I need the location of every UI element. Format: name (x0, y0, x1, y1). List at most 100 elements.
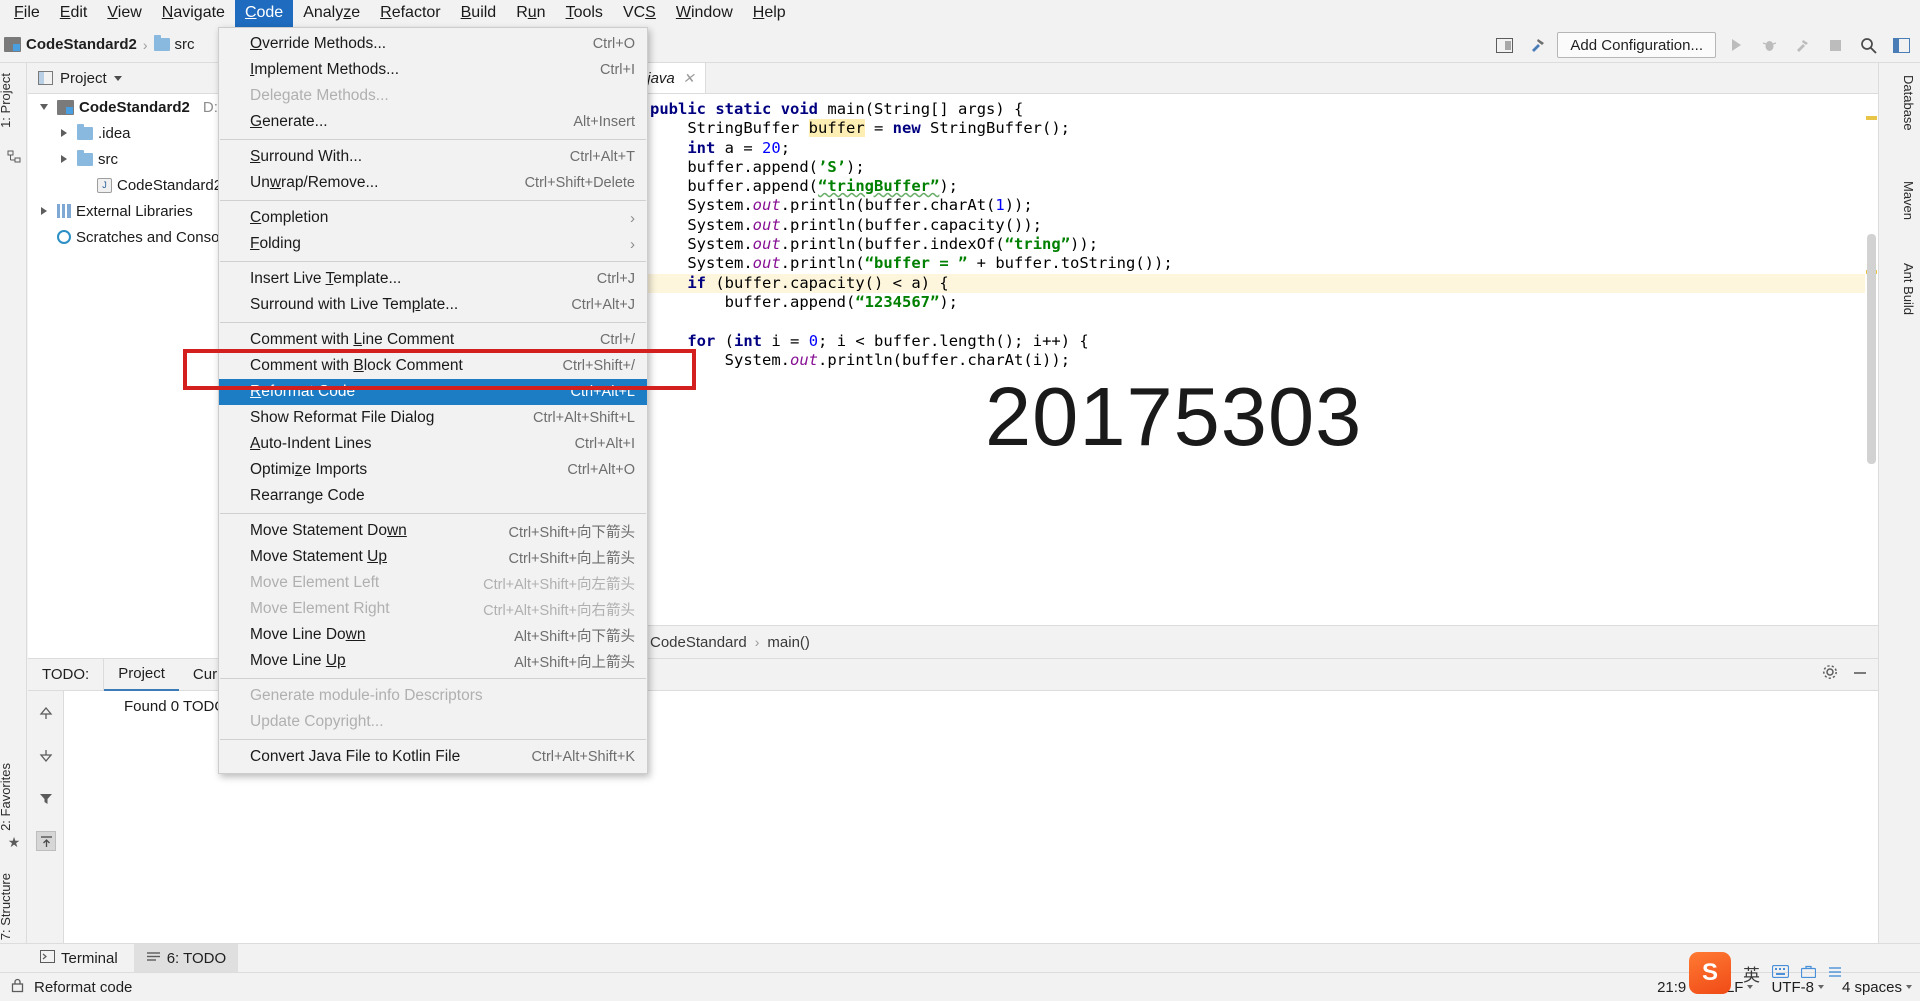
code-line[interactable]: for (int i = 0; i < buffer.length(); i++… (640, 332, 1878, 351)
menu-item-comment-with-block-comment[interactable]: Comment with Block Comment Ctrl+Shift+/ (219, 353, 647, 379)
menu-item-move-line-up[interactable]: Move Line Up Alt+Shift+向上箭头 (219, 648, 647, 674)
editor-scrollbar[interactable] (1865, 94, 1878, 625)
menu-item-folding[interactable]: Folding › (219, 231, 647, 257)
menu-item-generate[interactable]: Generate... Alt+Insert (219, 109, 647, 135)
breadcrumb-src[interactable]: src (150, 35, 199, 53)
menubar-item-navigate[interactable]: Navigate (152, 0, 235, 27)
menubar-item-vcs[interactable]: VCS (613, 0, 666, 27)
menubar-item-edit[interactable]: Edit (50, 0, 98, 27)
menu-item-override-methods[interactable]: Override Methods... Ctrl+O (219, 31, 647, 57)
menu-item-shortcut: Ctrl+Alt+O (567, 462, 635, 478)
menubar-item-file[interactable]: File (4, 0, 50, 27)
menu-icon[interactable] (1828, 965, 1842, 982)
menu-item-convert-java-file-to-kotlin-file[interactable]: Convert Java File to Kotlin File Ctrl+Alt… (219, 744, 647, 770)
run-icon[interactable] (1723, 32, 1749, 58)
code-line[interactable] (640, 312, 1878, 331)
scroll-up-icon[interactable] (36, 703, 56, 723)
menu-item-show-reformat-file-dialog[interactable]: Show Reformat File Dialog Ctrl+Alt+Shift+… (219, 405, 647, 431)
menu-item-auto-indent-lines[interactable]: Auto-Indent Lines Ctrl+Alt+I (219, 431, 647, 457)
chevron-right-icon[interactable] (56, 129, 72, 137)
bottom-tab-todo-[interactable]: TODO: (28, 659, 103, 691)
menubar-item-view[interactable]: View (97, 0, 151, 27)
code-line[interactable]: System.out.println(buffer.charAt(i)); (640, 351, 1878, 370)
sidebar-item-structure[interactable]: 7: Structure (0, 873, 25, 940)
menubar-item-window[interactable]: Window (666, 0, 743, 27)
run-coverage-icon[interactable] (1789, 32, 1815, 58)
scrollbar-thumb[interactable] (1867, 234, 1876, 464)
code-editor[interactable]: public static void main(String[] args) {… (640, 94, 1878, 625)
menu-item-surround-with-live-template[interactable]: Surround with Live Template... Ctrl+Alt+J (219, 292, 647, 318)
lock-icon[interactable] (10, 978, 25, 997)
menubar-item-refactor[interactable]: Refactor (370, 0, 450, 27)
menu-item-shortcut: Ctrl+J (596, 271, 635, 287)
menu-item-insert-live-template[interactable]: Insert Live Template... Ctrl+J (219, 266, 647, 292)
toolwindow-button-terminal[interactable]: Terminal (28, 944, 130, 973)
breadcrumb-method[interactable]: main() (767, 634, 810, 651)
folder-icon (77, 123, 93, 140)
code-line[interactable]: System.out.println(“buffer = ” + buffer.… (640, 254, 1878, 273)
caret-position[interactable]: 21:9 (1657, 979, 1686, 996)
menu-item-implement-methods[interactable]: Implement Methods... Ctrl+I (219, 57, 647, 83)
code-line[interactable]: buffer.append(’S’); (640, 158, 1878, 177)
menu-item-completion[interactable]: Completion › (219, 205, 647, 231)
search-everywhere-icon[interactable] (1855, 32, 1881, 58)
star-icon[interactable]: ★ (5, 833, 23, 851)
menubar-item-run[interactable]: Run (506, 0, 555, 27)
run-tool-window-icon[interactable] (1491, 32, 1517, 58)
sidebar-item-project[interactable]: 1: Project (0, 73, 25, 128)
menubar-item-help[interactable]: Help (743, 0, 796, 27)
toolbox-icon[interactable] (1800, 965, 1817, 982)
bottom-tab-project[interactable]: Project (104, 659, 179, 691)
keyboard-icon[interactable] (1771, 964, 1790, 982)
menu-item-move-statement-up[interactable]: Move Statement Up Ctrl+Shift+向上箭头 (219, 544, 647, 570)
menu-item-comment-with-line-comment[interactable]: Comment with Line Comment Ctrl+/ (219, 327, 647, 353)
menu-item-reformat-code[interactable]: Reformat Code Ctrl+Alt+L (219, 379, 647, 405)
indent-setting[interactable]: 4 spaces (1842, 979, 1912, 996)
scrollbar-warning-mark[interactable] (1866, 116, 1877, 120)
menubar-item-analyze[interactable]: Analyze (293, 0, 370, 27)
menu-item-optimize-imports[interactable]: Optimize Imports Ctrl+Alt+O (219, 457, 647, 483)
chevron-down-icon[interactable] (113, 75, 122, 81)
breadcrumb-class[interactable]: CodeStandard (650, 634, 747, 651)
sogou-ime-logo-icon[interactable]: S (1689, 952, 1731, 994)
chevron-down-icon[interactable] (36, 104, 52, 110)
code-line[interactable]: buffer.append(“tringBuffer”); (640, 177, 1878, 196)
code-line[interactable]: int a = 20; (640, 139, 1878, 158)
code-line[interactable]: System.out.println(buffer.capacity()); (640, 216, 1878, 235)
code-line[interactable]: System.out.println(buffer.indexOf(“tring… (640, 235, 1878, 254)
sidebar-item-maven[interactable]: Maven (1901, 181, 1916, 220)
collapse-icon[interactable] (36, 831, 56, 851)
layout-icon[interactable] (1888, 32, 1914, 58)
chevron-right-icon[interactable] (36, 207, 52, 215)
menu-item-rearrange-code[interactable]: Rearrange Code (219, 483, 647, 509)
menubar-item-code[interactable]: Code (234, 0, 294, 27)
debug-icon[interactable] (1756, 32, 1782, 58)
structure-icon[interactable] (5, 147, 23, 165)
menu-item-move-statement-down[interactable]: Move Statement Down Ctrl+Shift+向下箭头 (219, 518, 647, 544)
menu-item-move-line-down[interactable]: Move Line Down Alt+Shift+向下箭头 (219, 622, 647, 648)
close-icon[interactable]: ✕ (683, 70, 695, 87)
hide-minimize-icon[interactable] (1852, 664, 1868, 685)
menu-item-surround-with[interactable]: Surround With... Ctrl+Alt+T (219, 144, 647, 170)
sidebar-item-database[interactable]: Database (1901, 75, 1916, 131)
code-line[interactable]: if (buffer.capacity() < a) { (640, 273, 1878, 293)
build-hammer-icon[interactable] (1524, 32, 1550, 58)
menubar-item-build[interactable]: Build (451, 0, 507, 27)
scroll-down-icon[interactable] (36, 746, 56, 766)
toolwindow-button-6-todo[interactable]: 6: TODO (133, 943, 239, 973)
sidebar-item-ant-build[interactable]: Ant Build (1901, 263, 1916, 315)
stop-icon[interactable] (1822, 32, 1848, 58)
code-line[interactable]: public static void main(String[] args) { (640, 100, 1878, 119)
settings-gear-icon[interactable] (1822, 664, 1838, 685)
sidebar-item-favorites[interactable]: 2: Favorites (0, 763, 25, 831)
add-configuration-button[interactable]: Add Configuration... (1557, 32, 1716, 58)
chevron-right-icon[interactable] (56, 155, 72, 163)
menubar-item-tools[interactable]: Tools (556, 0, 613, 27)
code-line[interactable]: buffer.append(“1234567”); (640, 293, 1878, 312)
code-line[interactable]: StringBuffer buffer = new StringBuffer()… (640, 119, 1878, 138)
breadcrumb-project[interactable]: CodeStandard2 (0, 36, 141, 53)
filter-icon[interactable] (36, 789, 56, 809)
menu-item-unwrap-remove[interactable]: Unwrap/Remove... Ctrl+Shift+Delete (219, 170, 647, 196)
ime-mode-label[interactable]: 英 (1743, 961, 1760, 986)
code-line[interactable]: System.out.println(buffer.charAt(1)); (640, 196, 1878, 215)
